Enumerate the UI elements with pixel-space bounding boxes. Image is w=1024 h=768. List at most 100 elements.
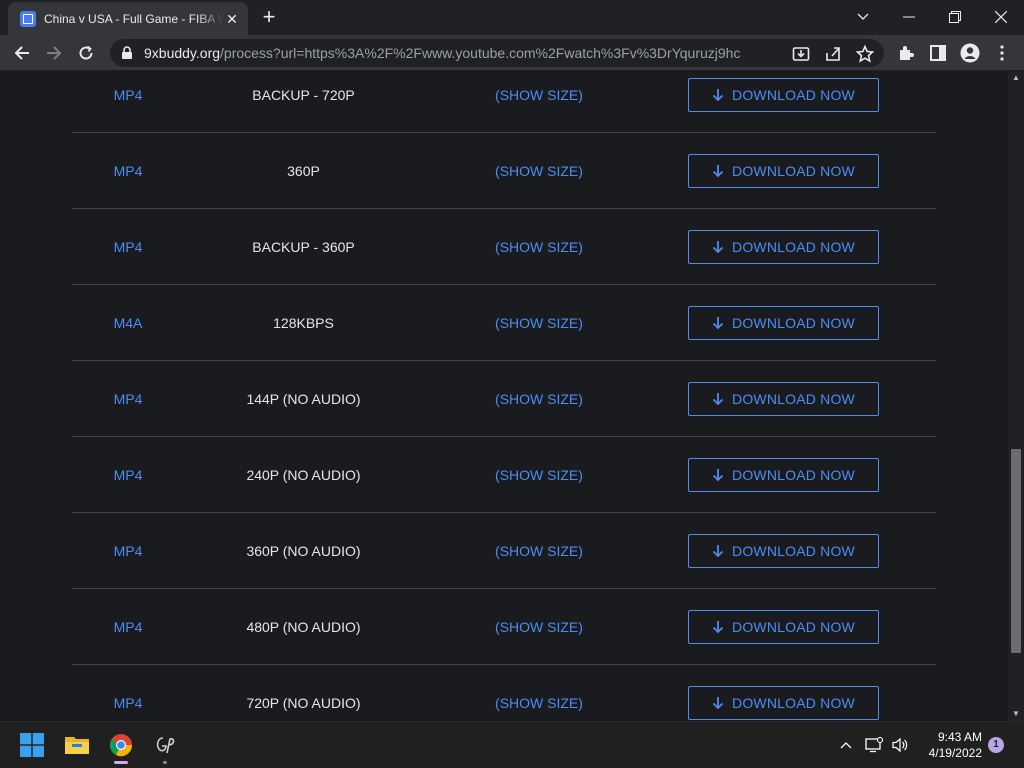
download-now-label: DOWNLOAD NOW	[732, 162, 855, 179]
browser-tab[interactable]: China v USA - Full Game - FIBA Women's ✕	[8, 2, 248, 35]
download-now-button[interactable]: DOWNLOAD NOW	[688, 533, 879, 568]
site-favicon-icon	[20, 10, 36, 27]
running-app-indicator	[163, 761, 167, 764]
url-text[interactable]: 9xbuddy.org/process?url=https%3A%2F%2Fww…	[144, 45, 740, 61]
tab-title: China v USA - Full Game - FIBA Women's	[44, 11, 224, 26]
download-row: MP4 BACKUP - 720P (SHOW SIZE) DOWNLOAD N…	[72, 71, 936, 133]
show-size-link[interactable]: (SHOW SIZE)	[472, 315, 606, 331]
clock-time: 9:43 AM	[937, 730, 982, 744]
format-label: MP4	[113, 390, 143, 407]
download-row: MP4 BACKUP - 360P (SHOW SIZE) DOWNLOAD N…	[72, 209, 936, 285]
download-now-label: DOWNLOAD NOW	[732, 695, 855, 711]
format-label: MP4	[113, 542, 143, 559]
download-row: M4A 128KBPS (SHOW SIZE) DOWNLOAD NOW	[72, 285, 936, 361]
download-now-label: DOWNLOAD NOW	[732, 466, 855, 483]
download-row: MP4 144P (NO AUDIO) (SHOW SIZE) DOWNLOAD…	[72, 361, 936, 437]
back-button[interactable]	[8, 39, 36, 67]
reload-button[interactable]	[72, 39, 100, 67]
quality-label: BACKUP - 720P	[252, 86, 355, 103]
arrow-down-icon	[712, 164, 724, 177]
arrow-down-icon	[712, 316, 724, 329]
forward-button[interactable]	[40, 39, 68, 67]
tab-search-button[interactable]	[840, 0, 886, 33]
scroll-up-arrow-icon[interactable]: ▲	[1008, 71, 1024, 85]
quality-label: 360P	[287, 162, 320, 179]
download-now-label: DOWNLOAD NOW	[732, 314, 855, 331]
address-bar[interactable]: 9xbuddy.org/process?url=https%3A%2F%2Fww…	[110, 39, 884, 67]
format-label: M4A	[113, 314, 143, 331]
arrow-down-icon	[712, 392, 724, 405]
arrow-down-icon	[712, 620, 724, 633]
download-now-button[interactable]: DOWNLOAD NOW	[688, 305, 879, 340]
windows-start-icon[interactable]	[18, 731, 46, 759]
download-now-label: DOWNLOAD NOW	[732, 542, 855, 559]
extensions-icon[interactable]	[896, 43, 916, 63]
download-now-label: DOWNLOAD NOW	[732, 86, 855, 103]
arrow-down-icon	[712, 468, 724, 481]
download-now-label: DOWNLOAD NOW	[732, 390, 855, 407]
download-now-button[interactable]: DOWNLOAD NOW	[688, 686, 879, 720]
download-now-button[interactable]: DOWNLOAD NOW	[688, 77, 879, 112]
windows-taskbar: 9:43 AM 4/19/2022 1	[0, 721, 1024, 768]
show-size-link[interactable]: (SHOW SIZE)	[472, 163, 606, 179]
arrow-down-icon	[712, 544, 724, 557]
quality-label: 360P (NO AUDIO)	[246, 542, 361, 559]
lock-icon[interactable]	[120, 46, 134, 60]
minimize-button[interactable]	[886, 0, 932, 33]
format-label: MP4	[113, 238, 143, 255]
show-size-link[interactable]: (SHOW SIZE)	[472, 543, 606, 559]
url-path: /process?url=https%3A%2F%2Fwww.youtube.c…	[220, 45, 741, 61]
download-row: MP4 360P (NO AUDIO) (SHOW SIZE) DOWNLOAD…	[72, 513, 936, 589]
show-size-link[interactable]: (SHOW SIZE)	[472, 239, 606, 255]
menu-kebab-icon[interactable]	[992, 43, 1012, 63]
close-window-button[interactable]	[978, 0, 1024, 33]
quality-label: 480P (NO AUDIO)	[246, 618, 361, 635]
format-label: MP4	[113, 618, 143, 635]
download-row: MP4 360P (SHOW SIZE) DOWNLOAD NOW	[72, 133, 936, 209]
active-app-indicator	[114, 761, 128, 764]
show-size-link[interactable]: (SHOW SIZE)	[472, 619, 606, 635]
title-bar: China v USA - Full Game - FIBA Women's ✕…	[0, 0, 1024, 35]
download-now-button[interactable]: DOWNLOAD NOW	[688, 153, 879, 188]
download-now-button[interactable]: DOWNLOAD NOW	[688, 609, 879, 644]
install-app-icon[interactable]	[792, 45, 810, 63]
page-scrollbar[interactable]: ▲ ▼	[1008, 71, 1024, 721]
download-row: MP4 720P (NO AUDIO) (SHOW SIZE) DOWNLOAD…	[72, 665, 936, 721]
arrow-down-icon	[712, 697, 724, 710]
side-panel-icon[interactable]	[928, 43, 948, 63]
network-icon[interactable]	[862, 731, 886, 759]
volume-icon[interactable]	[888, 731, 912, 759]
show-size-link[interactable]: (SHOW SIZE)	[472, 467, 606, 483]
chrome-icon[interactable]	[107, 731, 135, 759]
scroll-down-arrow-icon[interactable]: ▼	[1008, 707, 1024, 721]
show-size-link[interactable]: (SHOW SIZE)	[472, 391, 606, 407]
file-explorer-icon[interactable]	[63, 731, 91, 759]
system-clock[interactable]: 9:43 AM 4/19/2022	[918, 729, 982, 761]
clock-date: 4/19/2022	[928, 746, 982, 760]
arrow-down-icon	[712, 88, 724, 101]
quality-label: 720P (NO AUDIO)	[246, 695, 361, 711]
quality-label: 144P (NO AUDIO)	[246, 390, 361, 407]
download-now-label: DOWNLOAD NOW	[732, 238, 855, 255]
download-row: MP4 480P (NO AUDIO) (SHOW SIZE) DOWNLOAD…	[72, 589, 936, 665]
arrow-down-icon	[712, 240, 724, 253]
new-tab-button[interactable]: +	[258, 6, 280, 29]
notification-badge[interactable]: 1	[988, 737, 1004, 753]
scroll-thumb[interactable]	[1011, 449, 1021, 653]
format-label: MP4	[113, 466, 143, 483]
download-now-button[interactable]: DOWNLOAD NOW	[688, 381, 879, 416]
restore-button[interactable]	[932, 0, 978, 33]
quality-label: 128KBPS	[273, 314, 334, 331]
download-now-button[interactable]: DOWNLOAD NOW	[688, 229, 879, 264]
profile-avatar-icon[interactable]	[960, 43, 980, 63]
app-gp-icon[interactable]	[151, 731, 179, 759]
quality-label: 240P (NO AUDIO)	[246, 466, 361, 483]
share-icon[interactable]	[824, 45, 842, 63]
download-now-button[interactable]: DOWNLOAD NOW	[688, 457, 879, 492]
show-size-link[interactable]: (SHOW SIZE)	[472, 695, 606, 711]
show-size-link[interactable]: (SHOW SIZE)	[472, 87, 606, 103]
bookmark-star-icon[interactable]	[855, 44, 875, 63]
show-hidden-icons-chevron-icon[interactable]	[834, 731, 858, 759]
tab-close-icon[interactable]: ✕	[224, 11, 240, 27]
format-label: MP4	[113, 162, 143, 179]
